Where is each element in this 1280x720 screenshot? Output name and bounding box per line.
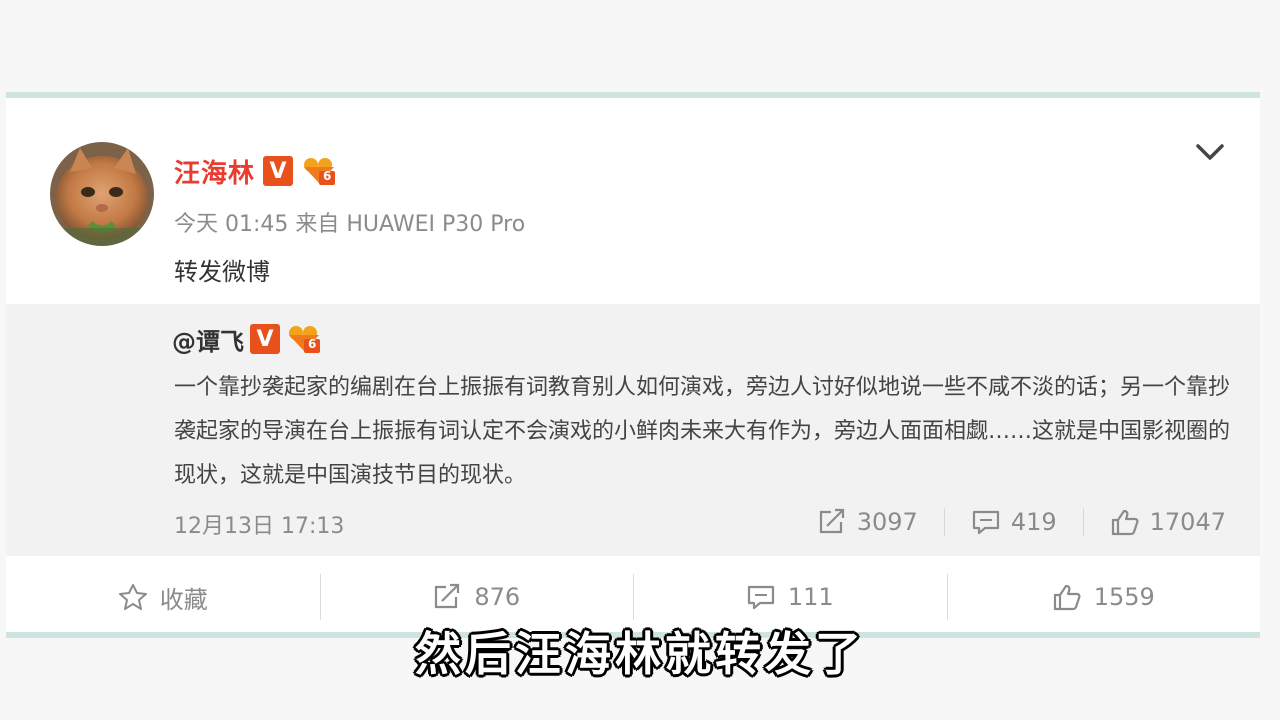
quoted-time[interactable]: 12月13日 17:13 (174, 508, 344, 540)
quoted-comment-button[interactable]: 419 (971, 508, 1057, 536)
comment-icon (971, 508, 1001, 536)
quoted-author: @谭飞 V 6 (172, 322, 322, 356)
post-text: 转发微博 (174, 258, 270, 286)
level-badge-icon: 6 (301, 155, 337, 187)
level-badge-icon: 6 (286, 323, 322, 355)
like-icon (1110, 508, 1140, 536)
author-name[interactable]: 汪海林 (174, 153, 255, 190)
divider (943, 508, 945, 536)
quoted-repost-button[interactable]: 3097 (817, 508, 918, 536)
level-badge-number: 6 (323, 169, 332, 183)
verified-badge-icon: V (263, 156, 294, 186)
post-author: 汪海林 V 6 (174, 153, 337, 190)
quoted-stats: 3097 419 17047 (817, 502, 1226, 542)
quoted-like-button[interactable]: 17047 (1110, 508, 1226, 536)
repost-icon (432, 583, 462, 611)
divider (1082, 508, 1084, 536)
quoted-like-count: 17047 (1149, 508, 1226, 536)
like-icon (1052, 583, 1082, 611)
verified-badge-icon: V (250, 324, 280, 354)
quoted-post[interactable]: @谭飞 V 6 一个靠抄袭起家的编剧在台上振振有词教育别人如何演戏，旁边人讨好似… (6, 304, 1260, 556)
chevron-down-icon[interactable] (1194, 140, 1226, 164)
post-meta: 今天 01:45 来自 HUAWEI P30 Pro (174, 212, 526, 237)
comment-count: 111 (787, 583, 834, 611)
comment-icon (746, 583, 776, 611)
level-badge-number: 6 (308, 337, 317, 351)
avatar[interactable] (50, 142, 154, 246)
repost-icon (817, 508, 847, 536)
quoted-comment-count: 419 (1010, 508, 1057, 536)
video-subtitle: 然后汪海林就转发了 (415, 627, 865, 681)
like-count: 1559 (1093, 583, 1155, 611)
quoted-author-name[interactable]: @谭飞 (172, 322, 244, 357)
weibo-post-card: 汪海林 V 6 今天 01:45 来自 HUAWEI P30 Pro 转发微博 … (6, 92, 1260, 638)
favorite-label: 收藏 (159, 585, 208, 614)
quoted-text: 一个靠抄袭起家的编剧在台上振振有词教育别人如何演戏，旁边人讨好似地说一些不咸不淡… (174, 375, 1231, 488)
repost-count: 876 (474, 583, 521, 611)
star-icon (118, 583, 148, 611)
quoted-repost-count: 3097 (856, 508, 918, 536)
